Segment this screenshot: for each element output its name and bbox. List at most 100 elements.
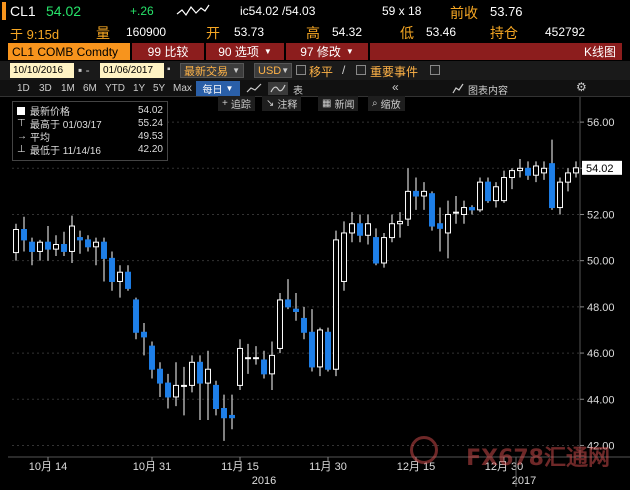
start-date-input[interactable]: 10/10/2016 bbox=[10, 63, 74, 78]
zoom-icon: ⌕ bbox=[372, 98, 378, 109]
candle-up bbox=[53, 244, 59, 250]
timeframe-1y[interactable]: 1Y bbox=[130, 81, 148, 96]
candle-down bbox=[149, 345, 155, 370]
x-tick-label: 10月 31 bbox=[133, 461, 172, 473]
timeframe-6m[interactable]: 6M bbox=[80, 81, 100, 96]
price-legend: 最新价格 54.02 ⊤ 最高于 01/03/17 55.24 → 平均 49.… bbox=[12, 101, 168, 161]
candle-down bbox=[77, 237, 83, 241]
end-date-input[interactable]: 01/06/2017 bbox=[100, 63, 164, 78]
compare-button[interactable]: 99 比较 bbox=[132, 43, 204, 60]
security-field[interactable]: CL1 COMB Comdty bbox=[8, 43, 124, 60]
candle-down bbox=[45, 241, 51, 250]
candle-down bbox=[373, 237, 379, 264]
update-time: 于 9:15d bbox=[10, 27, 60, 42]
x-tick-label: 11月 30 bbox=[309, 461, 347, 473]
news-tool[interactable]: ▦ 新闻 bbox=[318, 96, 359, 111]
options-button[interactable]: 90 选项 ▼ bbox=[206, 43, 284, 60]
candle-up bbox=[445, 213, 451, 234]
low-marker-icon: ⊥ bbox=[17, 144, 26, 155]
candle-down bbox=[485, 181, 491, 202]
currency-dropdown[interactable]: USD ▼ bbox=[254, 63, 292, 78]
candle-up bbox=[269, 354, 275, 375]
news-icon: ▦ bbox=[322, 98, 332, 109]
line-chart-icon[interactable] bbox=[246, 83, 262, 94]
legend-value: 42.20 bbox=[137, 144, 163, 155]
y-tick-label: 50.00 bbox=[587, 256, 615, 268]
candle-down bbox=[61, 244, 67, 252]
timeframe-1m[interactable]: 1M bbox=[58, 81, 78, 96]
candle-down bbox=[309, 331, 315, 368]
timeframe-5y[interactable]: 5Y bbox=[150, 81, 168, 96]
y-tick-label: 46.00 bbox=[587, 348, 615, 360]
candle-up bbox=[453, 211, 459, 214]
candle-down bbox=[261, 359, 267, 375]
timeframe-3d[interactable]: 3D bbox=[36, 81, 55, 96]
chevron-down-icon: ▼ bbox=[263, 47, 272, 56]
events-checkbox[interactable] bbox=[356, 65, 366, 75]
prev-close: 53.76 bbox=[490, 4, 523, 19]
candle-up bbox=[509, 170, 515, 179]
candle-down bbox=[101, 241, 107, 259]
candle-down bbox=[525, 167, 531, 176]
options-label: 90 选项 bbox=[218, 45, 259, 59]
table-toggle[interactable]: 表 bbox=[293, 82, 303, 97]
legend-value: 49.53 bbox=[137, 131, 163, 142]
candle-up bbox=[501, 177, 507, 202]
track-tool[interactable]: + 追踪 bbox=[218, 96, 255, 111]
candle-chart-icon[interactable] bbox=[268, 82, 288, 95]
chart-contents-label[interactable]: 图表内容 bbox=[468, 82, 508, 97]
candle-up bbox=[189, 361, 195, 386]
candle-up bbox=[173, 384, 179, 398]
track-label: 追踪 bbox=[230, 100, 251, 111]
period-dropdown[interactable]: 每日 ▼ bbox=[196, 81, 240, 96]
gear-icon[interactable]: ⚙ bbox=[576, 80, 587, 94]
candle-down bbox=[301, 317, 307, 333]
x-tick-label: 10月 14 bbox=[29, 461, 68, 473]
prev-close-label: 前收 bbox=[450, 5, 478, 21]
candle-up bbox=[397, 220, 403, 225]
candle-down bbox=[293, 308, 299, 312]
smooth-checkbox[interactable] bbox=[296, 65, 306, 75]
ticker[interactable]: CL1 bbox=[10, 3, 36, 19]
candle-up bbox=[517, 167, 523, 172]
field-dropdown[interactable]: 最新交易 ▼ bbox=[180, 63, 244, 78]
events-label: 重要事件 bbox=[370, 65, 419, 79]
edit-label: 97 修改 bbox=[300, 45, 341, 59]
annotate-label: 注释 bbox=[277, 100, 298, 111]
price-change: +.26 bbox=[130, 4, 154, 18]
candle-up bbox=[13, 228, 19, 254]
zoom-tool[interactable]: ⌕ 缩放 bbox=[368, 96, 405, 111]
candle-up bbox=[557, 181, 563, 209]
high-label: 高 bbox=[306, 25, 320, 41]
chevron-down-icon: ▼ bbox=[225, 84, 234, 93]
timeframe-1d[interactable]: 1D bbox=[14, 81, 33, 96]
legend-label: 最低于 11/14/16 bbox=[30, 146, 101, 157]
calendar-icon[interactable]: ▪ bbox=[167, 64, 171, 75]
zoom-label: 缩放 bbox=[380, 100, 401, 111]
candle-up bbox=[573, 167, 579, 174]
pencil-icon[interactable]: / bbox=[342, 63, 345, 77]
candle-down bbox=[325, 331, 331, 370]
annotate-tool[interactable]: ↘ 注释 bbox=[262, 96, 302, 111]
edit-button[interactable]: 97 修改 ▼ bbox=[286, 43, 368, 60]
currency-label: USD bbox=[258, 64, 282, 77]
candle-down bbox=[221, 407, 227, 419]
candle-up bbox=[245, 357, 251, 360]
watermark: FX678汇通网 bbox=[466, 446, 610, 471]
events-options-checkbox[interactable] bbox=[430, 65, 440, 75]
timeframe-bar: 1D 3D 1M 6M YTD 1Y 5Y Max 每日 ▼ 表 « 图表内容 ⚙ bbox=[0, 80, 630, 97]
collapse-left-icon[interactable]: « bbox=[392, 80, 399, 94]
chevron-down-icon: ▼ bbox=[232, 66, 240, 75]
news-label: 新闻 bbox=[334, 100, 355, 111]
legend-average: → 平均 49.53 bbox=[17, 131, 165, 144]
annotate-icon: ↘ bbox=[266, 98, 275, 109]
average-marker-icon: → bbox=[17, 131, 27, 142]
candle-up bbox=[69, 225, 75, 252]
candle-down bbox=[141, 331, 147, 338]
x-tick-label: 11月 15 bbox=[221, 461, 259, 473]
candle-down bbox=[197, 361, 203, 384]
candle-up bbox=[565, 172, 571, 183]
timeframe-ytd[interactable]: YTD bbox=[102, 81, 128, 96]
candle-up bbox=[277, 299, 283, 349]
timeframe-max[interactable]: Max bbox=[170, 81, 195, 96]
